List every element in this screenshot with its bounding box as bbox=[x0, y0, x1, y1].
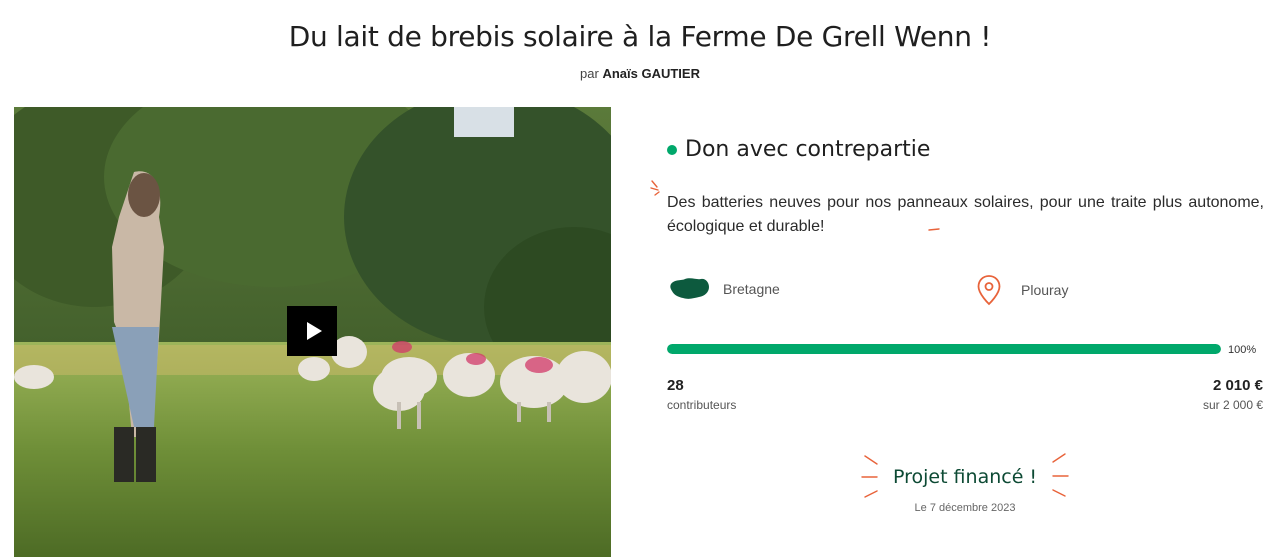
project-video[interactable] bbox=[14, 107, 611, 557]
campaign-description: Des batteries neuves pour nos panneaux s… bbox=[667, 194, 1264, 235]
contributors-label: contributeurs bbox=[667, 398, 737, 412]
city-name: Plouray bbox=[1021, 282, 1069, 298]
funding-progress-bar bbox=[667, 344, 1221, 354]
funded-status-label: Projet financé ! bbox=[892, 466, 1038, 488]
author-name[interactable]: Anaïs GAUTIER bbox=[602, 66, 700, 81]
funded-status-date: Le 7 décembre 2023 bbox=[914, 502, 1016, 514]
author-prefix: par bbox=[580, 66, 599, 81]
region-location: Bretagne bbox=[669, 276, 780, 302]
funding-progress-fill bbox=[667, 344, 1221, 354]
region-name: Bretagne bbox=[723, 281, 780, 297]
sparkle-open-icon bbox=[650, 180, 660, 196]
sparkle-close-icon bbox=[928, 228, 940, 231]
author-byline: par Anaïs GAUTIER bbox=[0, 66, 1280, 81]
status-dot-icon bbox=[667, 144, 677, 155]
amount-raised: 2 010 € bbox=[1212, 377, 1263, 394]
funded-status: Projet financé ! Le 7 décembre 2023 bbox=[855, 450, 1075, 514]
bretagne-map-icon bbox=[670, 278, 709, 299]
campaign-type-label: Don avec contrepartie bbox=[685, 137, 931, 162]
funding-goal: sur 2 000 € bbox=[1202, 398, 1263, 412]
city-location: Plouray bbox=[976, 274, 1068, 306]
campaign-type: Don avec contrepartie bbox=[667, 137, 930, 162]
play-button[interactable] bbox=[287, 306, 337, 356]
page-title: Du lait de brebis solaire à la Ferme De … bbox=[288, 20, 992, 53]
contributors-count: 28 bbox=[667, 377, 684, 394]
location-pin-icon bbox=[977, 275, 1001, 306]
funding-percent: 100% bbox=[1228, 344, 1257, 356]
